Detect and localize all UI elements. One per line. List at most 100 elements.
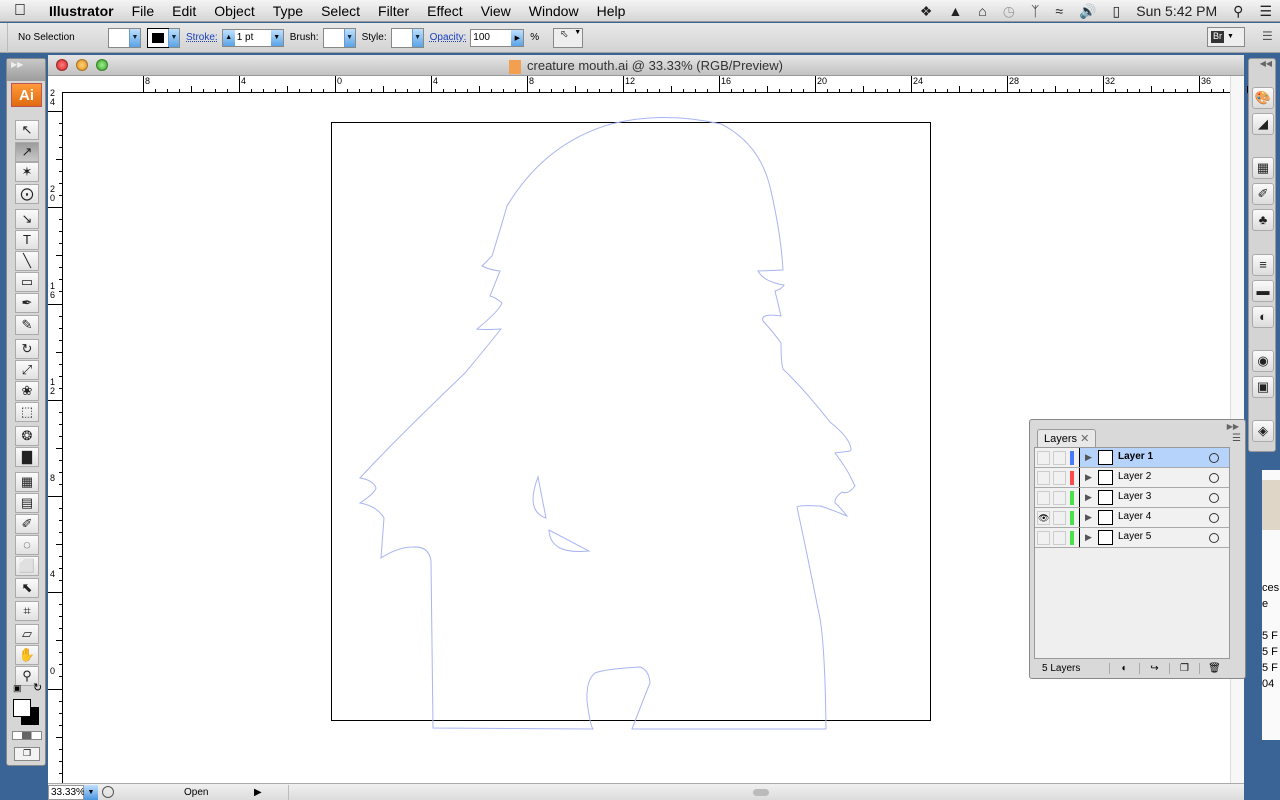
rotate-tool[interactable]: ↻ bbox=[15, 339, 39, 359]
visibility-toggle[interactable] bbox=[1037, 531, 1050, 545]
graph-tool[interactable]: ▇ bbox=[15, 447, 39, 467]
fill-swatch-dropdown[interactable]: ▼ bbox=[108, 27, 141, 48]
paintbrush-tool[interactable]: ✒ bbox=[15, 293, 39, 313]
default-colors-icon[interactable]: ▣ bbox=[13, 683, 22, 694]
panel-menu-icon[interactable]: ☰ bbox=[1262, 29, 1273, 43]
mesh-tool[interactable]: ▦ bbox=[15, 472, 39, 492]
left-eye-outline[interactable] bbox=[532, 475, 547, 519]
stroke-weight-dropdown[interactable]: ▼ bbox=[270, 29, 283, 46]
live-paint-tool[interactable]: ⬜ bbox=[15, 556, 39, 576]
stroke-swatch-dropdown[interactable]: ▼ bbox=[147, 27, 180, 48]
lasso-tool[interactable]: ⨀ bbox=[15, 184, 39, 204]
symbols-icon[interactable]: ♣ bbox=[1252, 209, 1274, 231]
eraser-tool[interactable]: ▱ bbox=[15, 624, 39, 644]
layer-row[interactable]: ▶ Layer 5 bbox=[1035, 528, 1229, 548]
list-icon[interactable]: ☰ bbox=[1251, 3, 1280, 20]
control-bar-grip[interactable] bbox=[0, 22, 8, 53]
selection-tool[interactable]: ↖ bbox=[15, 120, 39, 140]
rectangle-tool[interactable]: ▭ bbox=[15, 272, 39, 292]
expand-triangle-icon[interactable]: ▶ bbox=[1085, 452, 1092, 463]
visibility-toggle[interactable] bbox=[1037, 451, 1050, 465]
new-layer-button[interactable]: ❐ bbox=[1169, 662, 1199, 674]
menu-effect[interactable]: Effect bbox=[418, 0, 472, 22]
layer-row[interactable]: ▶ Layer 3 bbox=[1035, 488, 1229, 508]
direct-selection-tool[interactable]: ↗ bbox=[15, 142, 39, 162]
volume-icon[interactable]: 🔊 bbox=[1071, 3, 1104, 20]
creature-body-outline[interactable] bbox=[358, 117, 856, 730]
lock-toggle[interactable] bbox=[1053, 471, 1066, 485]
menu-filter[interactable]: Filter bbox=[369, 0, 418, 22]
panel-menu-icon[interactable]: ☰ bbox=[1232, 433, 1241, 444]
hand-tool[interactable]: ✋ bbox=[15, 645, 39, 665]
close-button[interactable] bbox=[56, 59, 68, 71]
bridge-button[interactable]: Br ▼ bbox=[1207, 27, 1245, 47]
menu-view[interactable]: View bbox=[472, 0, 520, 22]
menu-select[interactable]: Select bbox=[312, 0, 369, 22]
menu-edit[interactable]: Edit bbox=[163, 0, 205, 22]
gradient-icon[interactable]: ▬ bbox=[1252, 280, 1274, 302]
style-dropdown[interactable]: ▼ bbox=[390, 27, 424, 48]
bluetooth-icon[interactable]: ᛉ bbox=[1023, 3, 1047, 19]
zoom-button[interactable] bbox=[96, 59, 108, 71]
search-icon[interactable]: ⚲ bbox=[1225, 3, 1251, 20]
opacity-label[interactable]: Opacity: bbox=[430, 32, 467, 43]
brushes-icon[interactable]: ✐ bbox=[1252, 183, 1274, 205]
lock-toggle[interactable] bbox=[1053, 511, 1066, 525]
minimize-button[interactable] bbox=[76, 59, 88, 71]
horizontal-scrollbar[interactable] bbox=[288, 784, 1218, 800]
layer-target-icon[interactable] bbox=[1209, 453, 1219, 463]
vertical-ruler[interactable]: 24 20 16 12 8 4 0 bbox=[48, 89, 63, 783]
menu-window[interactable]: Window bbox=[520, 0, 588, 22]
time-machine-icon[interactable]: ◷ bbox=[995, 3, 1023, 20]
battery-icon[interactable]: ▯ bbox=[1105, 3, 1129, 20]
panel-expand-icon[interactable]: ▶▶ bbox=[1227, 422, 1239, 431]
color-guide-icon[interactable]: ◢ bbox=[1252, 113, 1274, 135]
expand-triangle-icon[interactable]: ▶ bbox=[1085, 532, 1092, 543]
delete-layer-button[interactable]: 🗑 bbox=[1199, 662, 1229, 674]
color-mode-buttons[interactable] bbox=[12, 731, 42, 740]
apple-icon[interactable]:  bbox=[0, 2, 40, 20]
layer-name[interactable]: Layer 4 bbox=[1118, 511, 1151, 522]
stroke-stepper[interactable]: ▲ bbox=[222, 29, 235, 46]
layer-row[interactable]: ▶ Layer 1 bbox=[1035, 448, 1229, 468]
stroke-label[interactable]: Stroke: bbox=[186, 32, 218, 43]
make-clipping-mask-button[interactable]: ◐ bbox=[1109, 662, 1139, 674]
menu-app[interactable]: Illustrator bbox=[40, 0, 123, 22]
stroke-weight-field[interactable]: ▲▼ bbox=[221, 28, 284, 47]
zoom-dropdown[interactable]: ▼ bbox=[84, 784, 98, 800]
dock-collapse-button[interactable]: ◀◀ bbox=[1249, 59, 1275, 73]
eyedropper-tool[interactable]: ✐ bbox=[15, 514, 39, 534]
layer-name[interactable]: Layer 5 bbox=[1118, 531, 1151, 542]
visibility-toggle[interactable] bbox=[1037, 471, 1050, 485]
status-clock-icon[interactable] bbox=[102, 786, 114, 798]
airplay-icon[interactable]: ▲ bbox=[940, 3, 970, 19]
opacity-input[interactable] bbox=[471, 32, 512, 43]
layers-tab[interactable]: Layers ✕ bbox=[1037, 429, 1097, 448]
layer-target-icon[interactable] bbox=[1209, 473, 1219, 483]
scale-tool[interactable]: ⤢ bbox=[15, 360, 39, 380]
graphic-styles-icon[interactable]: ▣ bbox=[1252, 376, 1274, 398]
layers-icon[interactable]: ◈ bbox=[1252, 420, 1274, 442]
lock-toggle[interactable] bbox=[1053, 531, 1066, 545]
home-sharing-icon[interactable]: ⌂ bbox=[970, 3, 994, 19]
pencil-tool[interactable]: ✎ bbox=[15, 315, 39, 335]
live-paint-selection-tool[interactable]: ⬉ bbox=[15, 578, 39, 598]
zoom-level-field[interactable]: 33.33% bbox=[48, 784, 85, 800]
slice-tool[interactable]: ⌗ bbox=[15, 601, 39, 621]
dropbox-icon[interactable]: ❖ bbox=[912, 3, 941, 20]
layer-row[interactable]: 👁 ▶ Layer 4 bbox=[1035, 508, 1229, 528]
swap-colors-icon[interactable]: ↻ bbox=[33, 681, 42, 694]
line-tool[interactable]: ╲ bbox=[15, 251, 39, 271]
lock-toggle[interactable] bbox=[1053, 451, 1066, 465]
type-tool[interactable]: T bbox=[15, 230, 39, 250]
brush-dropdown[interactable]: ▼ bbox=[322, 27, 356, 48]
isolate-selection-button[interactable]: ⬁ ▼ bbox=[553, 27, 584, 48]
appearance-icon[interactable]: ◉ bbox=[1252, 350, 1274, 372]
color-icon[interactable]: 🎨 bbox=[1252, 87, 1274, 109]
wifi-icon[interactable]: ≈ bbox=[1047, 3, 1071, 19]
screen-mode-button[interactable]: ❐ bbox=[14, 747, 40, 761]
warp-tool[interactable]: ❀ bbox=[15, 381, 39, 401]
lock-toggle[interactable] bbox=[1053, 491, 1066, 505]
tools-panel-header[interactable]: ▶▶ bbox=[7, 59, 45, 81]
document-title-bar[interactable]: creature mouth.ai @ 33.33% (RGB/Preview) bbox=[48, 55, 1244, 76]
